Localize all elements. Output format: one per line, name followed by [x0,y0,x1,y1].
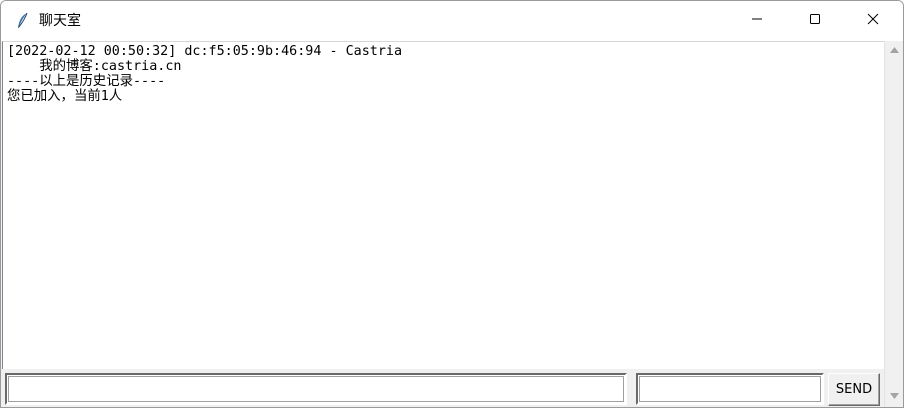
input-bar: SEND [2,369,884,407]
chat-line: 我的博客:castria.cn [7,59,182,74]
maximize-icon [809,12,821,30]
chat-line: [2022-02-12 00:50:32] dc:f5:05:9b:46:94 … [7,44,403,59]
window-title: 聊天室 [39,13,81,29]
chat-window: 聊天室 [2022-02-12 00:50:32] dc:f5:05:9b:46… [0,0,904,408]
chat-scrollbar[interactable] [884,41,903,407]
chat-line: ----以上是历史记录---- [7,74,166,89]
minimize-button[interactable] [728,1,786,41]
scroll-down-arrow-icon[interactable] [889,391,900,401]
close-button[interactable] [844,1,902,41]
secondary-input[interactable] [636,373,824,405]
chat-history-text[interactable]: [2022-02-12 00:50:32] dc:f5:05:9b:46:94 … [2,41,884,369]
scroll-up-arrow-icon[interactable] [889,45,900,55]
chat-line: 您已加入，当前1人 [7,89,123,104]
minimize-icon [751,12,763,30]
feather-icon [15,12,31,30]
title-bar[interactable]: 聊天室 [1,1,903,41]
maximize-button[interactable] [786,1,844,41]
message-input[interactable] [5,373,627,405]
send-button[interactable]: SEND [828,373,880,406]
close-icon [867,12,879,30]
